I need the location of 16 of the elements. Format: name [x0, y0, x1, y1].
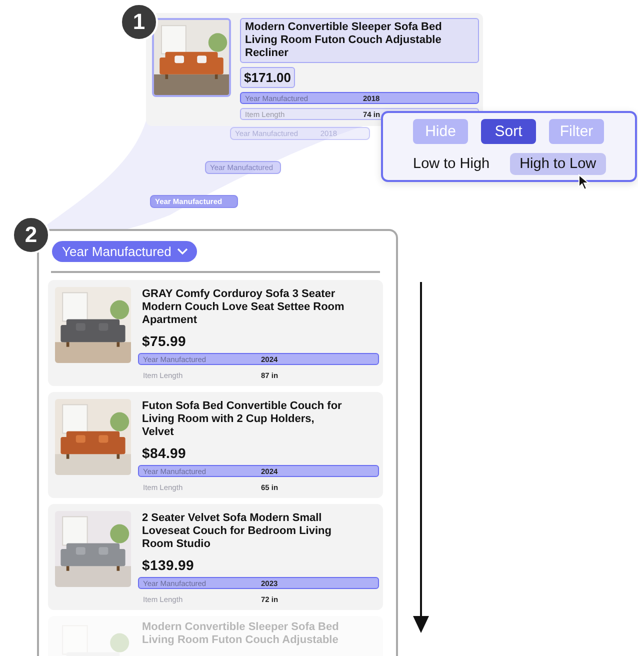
product-price: $84.99 [142, 445, 188, 461]
product-title: Modern Convertible Sleeper Sofa Bed Living Room Futon Couch Adjustable [142, 621, 340, 647]
product-price: $171.00 [240, 67, 295, 88]
product-title: Modern Convertible Sleeper Sofa Bed Living Room Futon Couch Adjustable Recliner [240, 18, 479, 63]
step-badge: 1 [120, 3, 158, 41]
product-title: 2 Seater Velvet Sofa Modern Small Loveseat Couch for Bedroom Living Room Studio [142, 512, 332, 551]
menu-tab[interactable]: Sort [481, 119, 536, 144]
sort-option[interactable]: High to Low [510, 153, 606, 175]
step-badge: 2 [12, 216, 50, 254]
sort-field-dropdown[interactable]: Year Manufactured [52, 241, 198, 262]
product-price: $75.99 [142, 333, 188, 349]
product-title: Futon Sofa Bed Convertible Couch for Living Room with 2 Cup Holders, Velvet [142, 400, 343, 439]
product-price: $139.99 [142, 557, 196, 573]
chevron-down-icon [177, 248, 188, 255]
sort-option[interactable]: Low to High [413, 153, 490, 175]
product-title: GRAY Comfy Corduroy Sofa 3 Seater Modern Couch Love Seat Settee Room Apartment [142, 288, 346, 327]
